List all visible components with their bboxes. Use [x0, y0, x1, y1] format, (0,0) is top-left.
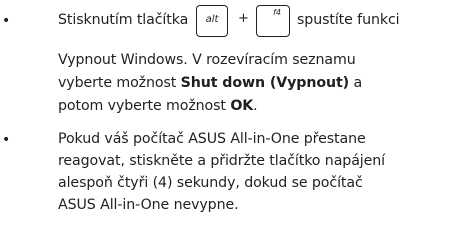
alt-key-label: alt	[205, 14, 219, 25]
bullet-marker-2: •	[2, 132, 11, 148]
bullet-1-line-1-before: Stisknutím tlačítka	[58, 12, 189, 28]
bullet-1-line-4-before: potom vyberte možnost	[58, 98, 231, 114]
document-page: • Stisknutím tlačítka alt + f4 spustíte …	[0, 0, 459, 245]
bullet-1-line-4-after: .	[253, 98, 258, 114]
bullet-1-line-3-after: a	[349, 75, 363, 91]
bullet-marker-1: •	[2, 13, 11, 29]
bullet-1-line-3: vyberte možnost Shut down (Vypnout) a	[58, 75, 362, 92]
bullet-2-line-1: Pokud váš počítač ASUS All-in-One přesta…	[58, 131, 366, 147]
f4-key-label: f4	[273, 8, 281, 17]
bullet-1-line-3-before: vyberte možnost	[58, 75, 181, 91]
bullet-1-line-4: potom vyberte možnost OK.	[58, 98, 258, 115]
bullet-1-line-2: Vypnout Windows. V rozevíracím seznamu	[58, 52, 356, 68]
shut-down-option-text: Shut down (Vypnout)	[180, 75, 350, 91]
ok-option-text: OK	[230, 98, 254, 114]
bullet-2-line-4: ASUS All-in-One nevypne.	[58, 197, 239, 213]
alt-key-icon: alt	[196, 5, 228, 37]
bullet-1-line-1-after: spustíte funkci	[297, 12, 400, 28]
bullet-2-line-2: reagovat, stiskněte a přidržte tlačítko …	[58, 153, 385, 169]
f4-key-icon: f4	[256, 5, 290, 37]
plus-sign: +	[238, 11, 249, 26]
bullet-2-line-3: alespoň čtyři (4) sekundy, dokud se počí…	[58, 175, 363, 191]
